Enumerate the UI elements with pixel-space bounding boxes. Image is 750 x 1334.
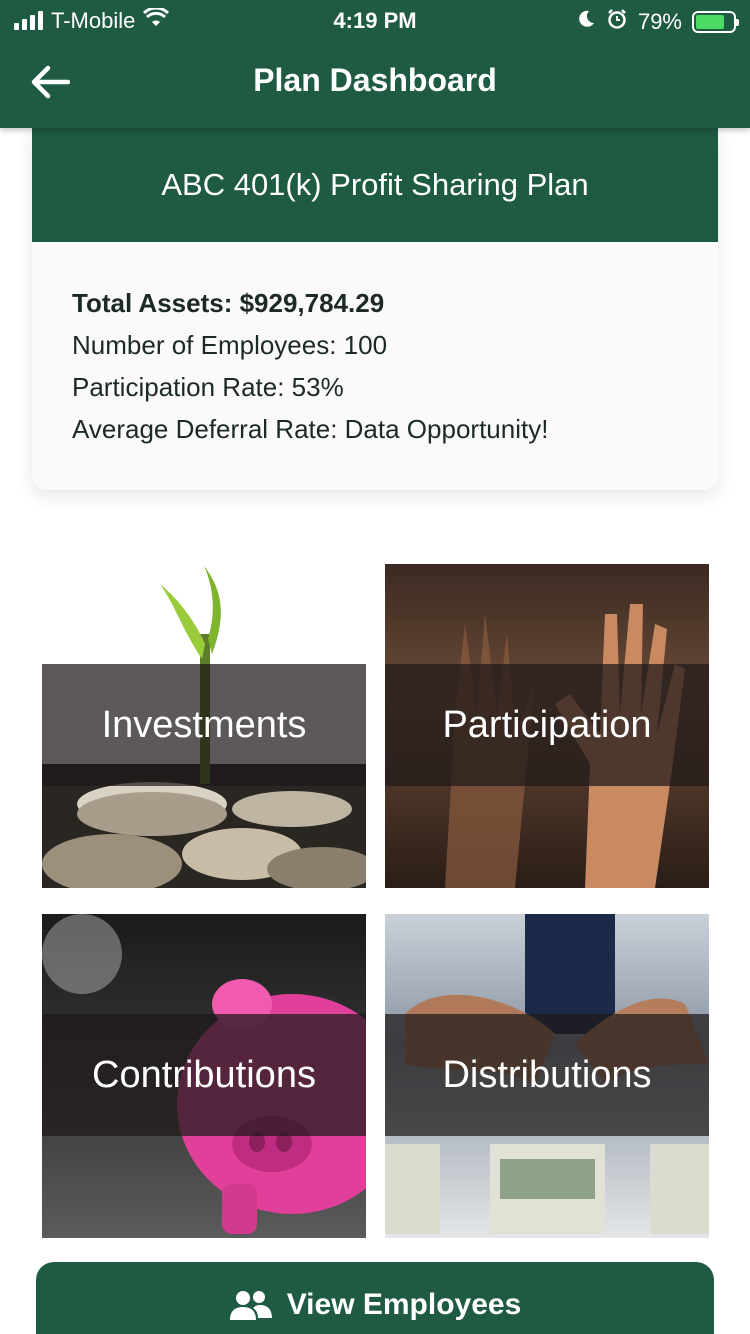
status-right: 79% (576, 8, 739, 36)
tile-label-contributions: Contributions (92, 1053, 316, 1096)
nav-bar: Plan Dashboard (0, 40, 750, 128)
battery-percent: 79% (637, 9, 682, 34)
tile-participation[interactable]: Participation (385, 564, 709, 888)
tile-investments[interactable]: Investments (42, 564, 366, 888)
tile-label-participation: Participation (442, 703, 652, 746)
number-of-employees: Number of Employees: 100 (72, 330, 388, 360)
plan-name: ABC 401(k) Profit Sharing Plan (32, 128, 718, 242)
average-deferral-rate: Average Deferral Rate: Data Opportunity! (72, 414, 549, 444)
moon-icon (576, 9, 596, 35)
tile-overlay: Distributions (385, 1014, 709, 1136)
plan-summary-card: ABC 401(k) Profit Sharing Plan Total Ass… (32, 128, 718, 490)
view-employees-button[interactable]: View Employees (36, 1262, 714, 1334)
page-title: Plan Dashboard (253, 62, 497, 98)
app: T-Mobile 4:19 PM 79% Plan Dashboard ABC … (0, 0, 750, 1334)
tile-overlay: Investments (42, 664, 366, 786)
tile-overlay: Participation (385, 664, 709, 786)
users-icon (229, 1288, 273, 1330)
top-bar: T-Mobile 4:19 PM 79% Plan Dashboard (0, 0, 750, 128)
tile-overlay: Contributions (42, 1014, 366, 1136)
alarm-icon (606, 8, 628, 36)
plan-details: Total Assets: $929,784.29 Number of Empl… (32, 242, 718, 450)
status-bar: T-Mobile 4:19 PM 79% (0, 0, 750, 40)
tile-distributions[interactable]: Distributions (385, 914, 709, 1238)
tile-label-investments: Investments (101, 703, 307, 746)
battery-icon (692, 11, 739, 33)
participation-rate: Participation Rate: 53% (72, 372, 344, 402)
total-assets: Total Assets: $929,784.29 (72, 288, 385, 318)
tile-contributions[interactable]: Contributions (42, 914, 366, 1238)
tile-label-distributions: Distributions (442, 1053, 652, 1096)
view-employees-label: View Employees (286, 1288, 522, 1321)
